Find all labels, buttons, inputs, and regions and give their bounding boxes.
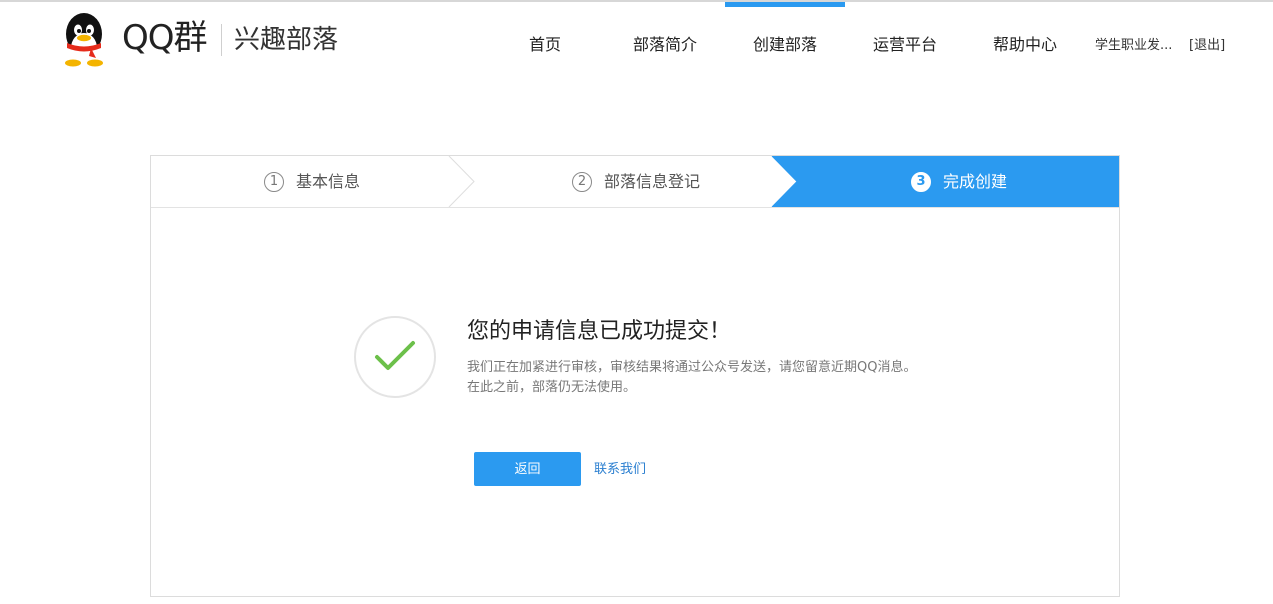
nav-create-tribe[interactable]: 创建部落 (725, 0, 845, 90)
step-2-label: 部落信息登记 (604, 172, 701, 191)
step-1-number: 1 (264, 171, 284, 192)
success-badge (354, 316, 436, 398)
nav-home[interactable]: 首页 (485, 0, 605, 90)
result-card: 1 基本信息 2 部落信息登记 3 完成创建 您的申请信息已成功提交！ 我们正在… (150, 155, 1120, 597)
qq-penguin-logo[interactable] (58, 12, 110, 68)
step-3-number: 3 (911, 171, 931, 192)
step-2: 2 部落信息登记 (572, 156, 700, 207)
logout-link[interactable]: [退出] (1189, 37, 1225, 55)
back-button[interactable]: 返回 (474, 452, 581, 486)
success-title: 您的申请信息已成功提交！ (467, 319, 732, 344)
check-icon (375, 341, 415, 370)
brand-subtitle: 兴趣部落 (234, 25, 339, 55)
message-line-2: 在此之前，部落仍无法使用。 (467, 380, 637, 395)
nav-about[interactable]: 部落简介 (605, 0, 725, 90)
message-line-1: 我们正在加紧进行审核，审核结果将通过公众号发送，请您留意近期QQ消息。 (467, 360, 917, 375)
user-name[interactable]: 学生职业发... (1095, 37, 1172, 55)
step-3-label: 完成创建 (943, 172, 1008, 191)
step-2-number: 2 (572, 171, 592, 192)
nav-help[interactable]: 帮助中心 (965, 0, 1085, 90)
step-progress-bar: 1 基本信息 2 部落信息登记 3 完成创建 (151, 156, 1119, 208)
contact-us-link[interactable]: 联系我们 (594, 461, 646, 479)
step-3: 3 完成创建 (911, 156, 1007, 207)
nav-operations[interactable]: 运营平台 (845, 0, 965, 90)
brand-name: QQ群 (122, 18, 208, 58)
success-message: 我们正在加紧进行审核，审核结果将通过公众号发送，请您留意近期QQ消息。 在此之前… (467, 358, 937, 398)
step-1-label: 基本信息 (296, 172, 361, 191)
brand-divider (221, 24, 222, 56)
step-1: 1 基本信息 (264, 156, 360, 207)
